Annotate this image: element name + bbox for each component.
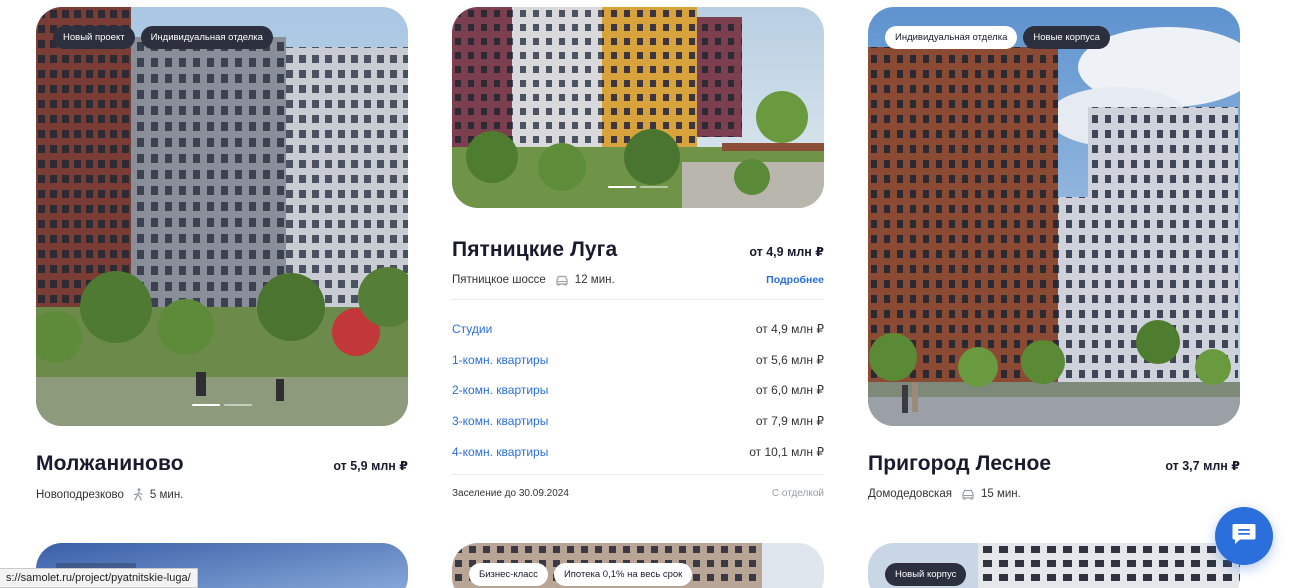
project-photo[interactable]: Индивидуальная отделка Новые корпуса [868, 7, 1240, 426]
title-row: Молжаниново от 5,9 млн ₽ [36, 452, 408, 476]
apartment-row[interactable]: 4-комн. квартиры от 10,1 млн ₽ [452, 436, 824, 467]
carousel-dot[interactable] [192, 404, 220, 406]
apartment-type-link[interactable]: 1-комн. квартиры [452, 353, 548, 367]
card-footer: Заселение до 30.09.2024 С отделкой [452, 488, 824, 499]
project-card-molzhaninovo[interactable]: Новый проект Индивидуальная отделка Молж… [36, 7, 408, 501]
tag-mortgage: Ипотека 0,1% на весь срок [553, 563, 693, 586]
tags-row: Новый проект Индивидуальная отделка [53, 26, 273, 49]
move-in-date: Заселение до 30.09.2024 [452, 487, 569, 499]
tag-new-buildings: Новые корпуса [1023, 26, 1110, 49]
project-photo[interactable] [452, 7, 824, 208]
project-card-prigorod-lesnoe[interactable]: Индивидуальная отделка Новые корпуса При… [868, 7, 1240, 500]
apartment-type-link[interactable]: 2-комн. квартиры [452, 383, 548, 397]
apartment-row[interactable]: 1-комн. квартиры от 5,6 млн ₽ [452, 345, 824, 376]
tags-row: Индивидуальная отделка Новые корпуса [885, 26, 1110, 49]
location-name: Новоподрезково [36, 488, 124, 501]
carousel-dot[interactable] [224, 404, 252, 406]
carousel-dot[interactable] [608, 186, 636, 188]
status-bar-url: s://samolet.ru/project/pyatnitskie-luga/ [0, 568, 198, 588]
project-card-pyatnitskie-luga[interactable]: Пятницкие Луга от 4,9 млн ₽ Пятницкое шо… [452, 7, 824, 499]
tags-row: Бизнес-класс Ипотека 0,1% на весь срок [469, 563, 693, 586]
tag-individual-finish: Индивидуальная отделка [140, 26, 273, 49]
project-title[interactable]: Пятницкие Луга [452, 238, 617, 262]
walk-icon [133, 488, 144, 501]
location-name: Домодедовская [868, 488, 952, 500]
title-row: Пятницкие Луга от 4,9 млн ₽ [452, 238, 824, 262]
project-card-bottom-right[interactable]: Новый корпус [868, 543, 1240, 588]
tags-row: Новый корпус [885, 563, 967, 586]
apartment-row[interactable]: 3-комн. квартиры от 7,9 млн ₽ [452, 406, 824, 437]
apartment-type-link[interactable]: 4-комн. квартиры [452, 445, 548, 459]
project-price: от 3,7 млн ₽ [1165, 459, 1240, 473]
apartment-row[interactable]: Студии от 4,9 млн ₽ [452, 314, 824, 345]
project-card-bottom-middle[interactable]: Бизнес-класс Ипотека 0,1% на весь срок [452, 543, 824, 588]
carousel-dots[interactable] [608, 186, 668, 188]
location-row: Новоподрезково 5 мин. [36, 488, 408, 501]
divider [452, 473, 824, 475]
details-link[interactable]: Подробнее [766, 274, 824, 286]
travel-time: 5 мин. [149, 488, 184, 501]
carousel-dot[interactable] [640, 186, 668, 188]
carousel-dots[interactable] [192, 404, 252, 406]
project-title[interactable]: Пригород Лесное [868, 452, 1051, 476]
project-photo[interactable]: Новый корпус [868, 543, 1240, 588]
location-row: Пятницкое шоссе 12 мин. Подробнее [452, 274, 824, 286]
chat-icon [1231, 522, 1257, 551]
tag-business-class: Бизнес-класс [469, 563, 548, 586]
project-price: от 4,9 млн ₽ [749, 245, 824, 259]
project-price: от 5,9 млн ₽ [333, 459, 408, 473]
apartment-price: от 7,9 млн ₽ [755, 414, 824, 429]
divider [452, 299, 824, 300]
apartment-type-link[interactable]: 3-комн. квартиры [452, 414, 548, 428]
building-image [452, 7, 824, 208]
project-photo[interactable]: Бизнес-класс Ипотека 0,1% на весь срок [452, 543, 824, 588]
apartment-row[interactable]: 2-комн. квартиры от 6,0 млн ₽ [452, 375, 824, 406]
tag-individual-finish: Индивидуальная отделка [885, 26, 1018, 49]
building-image [36, 7, 408, 426]
location-name: Пятницкое шоссе [452, 274, 546, 286]
apartment-type-link[interactable]: Студии [452, 322, 492, 336]
project-title[interactable]: Молжаниново [36, 452, 184, 476]
location-row: Домодедовская 15 мин. [868, 488, 1240, 500]
apartment-price: от 6,0 млн ₽ [755, 383, 824, 398]
car-icon [555, 275, 569, 286]
chat-button[interactable] [1215, 507, 1273, 565]
travel-time: 12 мин. [574, 274, 615, 286]
apartment-price: от 4,9 млн ₽ [755, 322, 824, 337]
finish-type: С отделкой [771, 487, 824, 499]
tag-new-project: Новый проект [53, 26, 135, 49]
apartment-price: от 10,1 млн ₽ [749, 444, 824, 459]
car-icon [961, 489, 975, 500]
building-image [868, 7, 1240, 426]
tag-new-building: Новый корпус [885, 563, 967, 586]
travel-time: 15 мин. [980, 488, 1021, 500]
apartment-list: Студии от 4,9 млн ₽ 1-комн. квартиры от … [452, 314, 824, 467]
apartment-price: от 5,6 млн ₽ [755, 352, 824, 367]
title-row: Пригород Лесное от 3,7 млн ₽ [868, 452, 1240, 476]
project-photo[interactable]: Новый проект Индивидуальная отделка [36, 7, 408, 426]
